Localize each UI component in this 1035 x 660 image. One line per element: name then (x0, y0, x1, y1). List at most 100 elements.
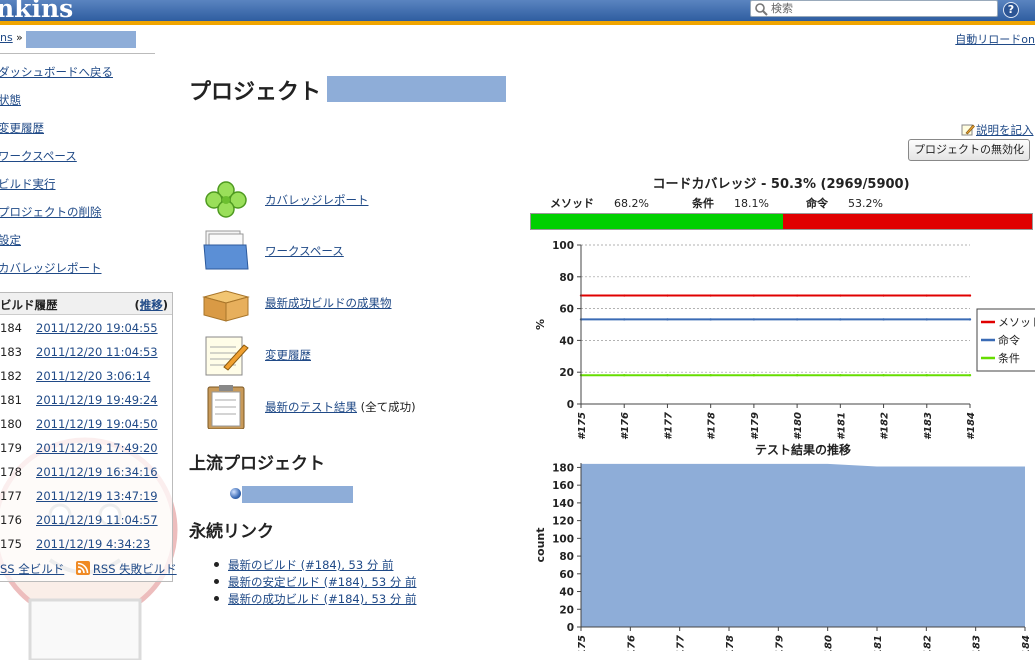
disable-project-button[interactable]: プロジェクトの無効化 (908, 139, 1030, 161)
data-point (709, 318, 711, 320)
x-tick-label: #178 (725, 635, 736, 651)
task-link[interactable]: ワークスペース (265, 243, 344, 259)
data-point (839, 318, 841, 320)
coverage-bar-fill (531, 214, 783, 229)
jenkins-logo[interactable]: nkins (0, 0, 73, 23)
coverage-conditional-metric: 条件18.1% (692, 195, 769, 211)
y-tick-label: 0 (567, 622, 574, 634)
coverage-conditional-value: 18.1% (734, 197, 769, 210)
build-date-link[interactable]: 2011/12/19 17:49:20 (36, 441, 158, 455)
data-point (623, 294, 625, 296)
side-link-status[interactable]: 状態 (0, 92, 21, 108)
y-tick-label: 40 (559, 335, 574, 347)
data-point (926, 294, 928, 296)
build-number: 184 (0, 321, 22, 335)
package-icon (200, 281, 252, 325)
build-date-link[interactable]: 2011/12/20 19:04:55 (36, 321, 158, 335)
data-point (926, 374, 928, 376)
build-date-link[interactable]: 2011/12/19 16:34:16 (36, 465, 158, 479)
edit-description-link[interactable]: 説明を記入 (976, 123, 1034, 137)
side-link-changes[interactable]: 変更履歴 (0, 120, 44, 136)
data-point (666, 318, 668, 320)
help-icon[interactable]: ? (1003, 2, 1019, 18)
build-number: 175 (0, 537, 22, 551)
upstream-project-redacted[interactable] (242, 486, 353, 503)
build-row: 178 2011/12/19 16:34:16 (0, 461, 172, 485)
data-point (969, 374, 971, 376)
data-point (969, 294, 971, 296)
build-row: 176 2011/12/19 11:04:57 (0, 509, 172, 533)
rss-failed-builds-link[interactable]: RSS 失敗ビルド (93, 562, 177, 576)
build-number: 176 (0, 513, 22, 527)
build-row: 1802011/12/19 19:04:50 (0, 413, 172, 437)
build-row: 1772011/12/19 13:47:19 (0, 485, 172, 509)
x-tick-label: #177 (676, 635, 687, 651)
build-number: 178 (0, 465, 22, 479)
task-link[interactable]: 最新のテスト結果 (265, 400, 357, 414)
side-link-workspace[interactable]: ワークスペース (0, 148, 77, 164)
legend-label: メソッド (998, 316, 1035, 329)
task-link[interactable]: 変更履歴 (265, 347, 311, 363)
side-divider (0, 53, 155, 54)
y-tick-label: 60 (559, 569, 574, 581)
task-label-wrap: 最新のテスト結果 (全て成功) (265, 399, 416, 415)
data-point (753, 294, 755, 296)
side-link-configure[interactable]: 設定 (0, 232, 21, 248)
clover-icon (200, 178, 252, 222)
legend-label: 条件 (998, 351, 1020, 365)
permalink-link[interactable]: 最新の成功ビルド (#184), 53 分 前 (228, 591, 416, 607)
coverage-method-value: 68.2% (614, 197, 649, 210)
x-tick-label: #182 (880, 412, 891, 440)
y-tick-label: 80 (559, 272, 574, 284)
y-tick-label: 140 (552, 498, 574, 510)
x-tick-label: #179 (774, 635, 785, 651)
build-date-link[interactable]: 2011/12/19 19:49:24 (36, 393, 158, 407)
data-point (839, 294, 841, 296)
side-link-build-now[interactable]: ビルド実行 (0, 176, 56, 192)
data-point (796, 318, 798, 320)
data-point (666, 374, 668, 376)
y-axis-label: count (534, 528, 547, 563)
data-point (882, 374, 884, 376)
build-date-link[interactable]: 2011/12/20 11:04:53 (36, 345, 158, 359)
y-tick-label: 160 (552, 480, 574, 492)
data-point (623, 374, 625, 376)
side-link-coverage-report[interactable]: カバレッジレポート (0, 260, 102, 276)
auto-reload-link[interactable]: 自動リロードon (955, 31, 1035, 47)
build-history-trend-link[interactable]: 推移 (140, 298, 163, 312)
data-point (623, 318, 625, 320)
bullet-icon (214, 596, 219, 601)
y-tick-label: 120 (552, 516, 574, 528)
data-point (882, 318, 884, 320)
breadcrumb-root-link[interactable]: ns (0, 31, 13, 44)
side-link-back-dashboard[interactable]: ダッシュボードへ戻る (0, 64, 113, 80)
x-tick-label: #183 (972, 635, 983, 651)
rss-all-builds-link[interactable]: SS 全ビルド (0, 562, 64, 576)
task-link[interactable]: 最新成功ビルドの成果物 (265, 295, 392, 311)
build-date-link[interactable]: 2011/12/19 4:34:23 (36, 537, 150, 551)
rss-icon (76, 561, 90, 575)
breadcrumb-project-redacted[interactable] (26, 31, 136, 48)
build-date-link[interactable]: 2011/12/19 19:04:50 (36, 417, 158, 431)
permalink-link[interactable]: 最新のビルド (#184), 53 分 前 (228, 557, 393, 573)
side-link-delete-project[interactable]: プロジェクトの削除 (0, 204, 102, 220)
x-tick-label: #176 (620, 412, 631, 440)
build-row: 1812011/12/19 19:49:24 (0, 389, 172, 413)
task-link[interactable]: カバレッジレポート (265, 192, 369, 208)
y-tick-label: 180 (552, 462, 574, 474)
build-date-link[interactable]: 2011/12/19 13:47:19 (36, 489, 158, 503)
x-tick-label: #181 (836, 412, 847, 440)
test-summary-text: (全て成功) (357, 400, 416, 414)
trend-close-paren: ) (163, 298, 168, 312)
x-tick-label: #176 (626, 635, 637, 651)
build-number: 179 (0, 441, 22, 455)
y-tick-label: 60 (559, 304, 574, 316)
notepad-icon (200, 333, 252, 377)
search-input[interactable]: 検索 (750, 0, 998, 17)
permalink-link[interactable]: 最新の安定ビルド (#184), 53 分 前 (228, 574, 416, 590)
x-tick-label: #175 (577, 635, 588, 651)
build-date-link[interactable]: 2011/12/19 11:04:57 (36, 513, 158, 527)
build-date-link[interactable]: 2011/12/20 3:06:14 (36, 369, 150, 383)
build-number: 183 (0, 345, 22, 359)
rss-footer: SS 全ビルド RSS 失敗ビルド (0, 561, 177, 577)
